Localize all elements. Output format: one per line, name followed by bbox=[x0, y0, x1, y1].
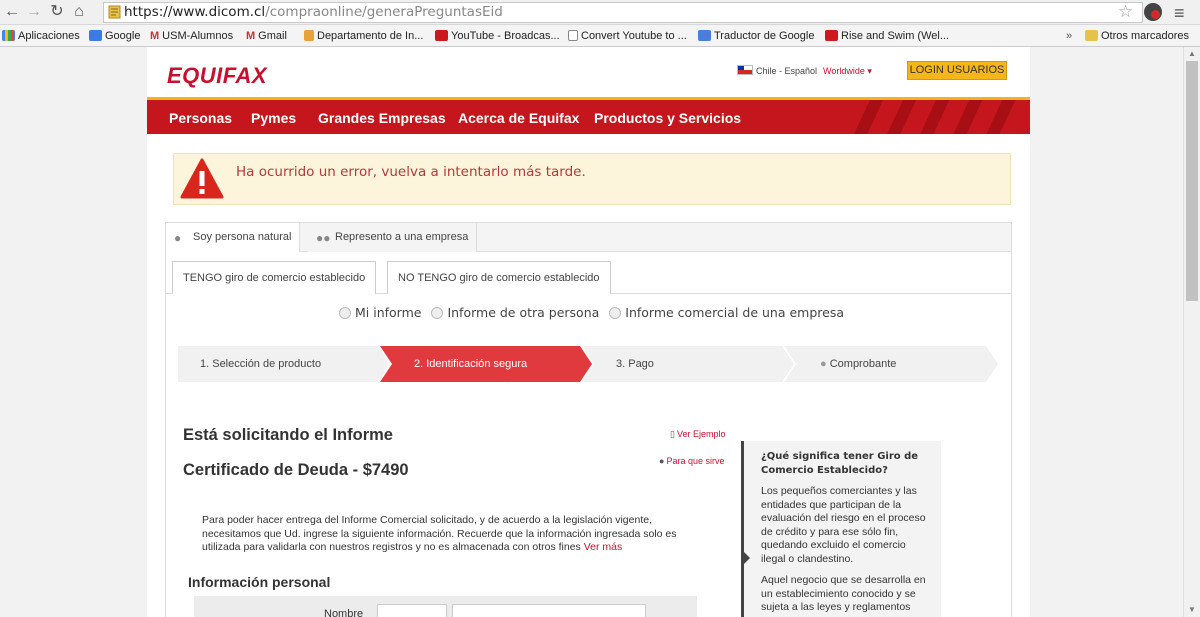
address-bar[interactable]: https://www.dicom.cl/compraonline/genera… bbox=[103, 2, 1143, 23]
nav-acerca[interactable]: Acerca de Equifax bbox=[458, 110, 579, 126]
translate-icon bbox=[698, 30, 711, 41]
person-icon: ● bbox=[174, 231, 182, 245]
main-nav: Personas Pymes Grandes Empresas Acerca d… bbox=[147, 97, 1030, 134]
commerce-tabs: TENGO giro de comercio establecido NO TE… bbox=[166, 252, 1011, 294]
radio-label: Mi informe bbox=[354, 305, 422, 320]
scroll-thumb[interactable] bbox=[1186, 61, 1198, 301]
certificate-heading: Certificado de Deuda - $7490 bbox=[183, 461, 409, 479]
bookmark-other[interactable]: Otros marcadores bbox=[1085, 29, 1189, 43]
group-icon: ●● bbox=[316, 231, 331, 245]
radio-empresa[interactable] bbox=[609, 307, 622, 319]
nombre-select[interactable] bbox=[377, 604, 447, 617]
sidebar-paragraph: Los pequeños comerciantes y las entidade… bbox=[761, 485, 926, 565]
step-1: 1. Selección de producto bbox=[178, 346, 390, 382]
personal-info-heading: Información personal bbox=[188, 574, 331, 590]
worldwide-link[interactable]: Worldwide ▾ bbox=[823, 66, 872, 76]
google-icon bbox=[89, 30, 102, 41]
sidebar-paragraph: Aquel negocio que se desarrolla en un es… bbox=[761, 574, 926, 613]
check-circle-icon: ● bbox=[820, 358, 827, 370]
step-3: 3. Pago bbox=[582, 346, 794, 382]
customer-type-tabs: ● Soy persona natural ●● Represento a una … bbox=[166, 223, 1011, 252]
youtube-icon bbox=[435, 30, 448, 41]
info-sidebar: ¿Qué significa tener Giro de Comercio Es… bbox=[741, 441, 941, 617]
step-2-active: 2. Identificación segura bbox=[380, 346, 592, 382]
radio-label: Informe comercial de una empresa bbox=[625, 305, 844, 320]
bookmark-convert[interactable]: Convert Youtube to ... bbox=[568, 29, 687, 43]
bookmark-gmail[interactable]: M Gmail bbox=[246, 29, 287, 43]
login-button[interactable]: LOGIN USUARIOS bbox=[907, 61, 1007, 80]
link-icon bbox=[304, 30, 314, 41]
radio-otra-persona[interactable] bbox=[431, 307, 444, 319]
bookmark-usm[interactable]: M USM-Alumnos bbox=[150, 29, 233, 43]
page-container: EQUIFAX Chile - Español Worldwide ▾ LOGIN… bbox=[147, 47, 1030, 617]
tab-tengo-giro[interactable]: TENGO giro de comercio establecido bbox=[172, 261, 377, 294]
nombre-label: Nombre bbox=[324, 608, 364, 617]
gmail-m-icon: M bbox=[150, 30, 160, 42]
equifax-logo[interactable]: EQUIFAX bbox=[167, 63, 267, 89]
step-4: ● Comprobante bbox=[784, 346, 998, 382]
page-scrollbar[interactable]: ▲ ▼ bbox=[1183, 47, 1200, 617]
bookmarks-overflow[interactable]: » bbox=[1066, 29, 1072, 43]
warning-icon bbox=[180, 158, 224, 199]
url-host: https://www.dicom.cl bbox=[124, 4, 266, 20]
report-type-radios: Mi informe Informe de otra persona Infor… bbox=[166, 305, 1011, 320]
ver-mas-link[interactable]: Ver más bbox=[584, 541, 623, 553]
help-icon: ● bbox=[659, 456, 665, 466]
page-icon bbox=[108, 5, 121, 19]
sidebar-notch bbox=[741, 549, 750, 567]
error-message: Ha ocurrido un error, vuelva a intentarl… bbox=[236, 164, 586, 180]
ver-ejemplo-link[interactable]: ▯ Ver Ejemplo bbox=[670, 429, 725, 440]
scroll-up-arrow-icon[interactable]: ▲ bbox=[1188, 49, 1196, 58]
error-alert: Ha ocurrido un error, vuelva a intentarl… bbox=[173, 153, 1011, 205]
nav-grandes-empresas[interactable]: Grandes Empresas bbox=[318, 110, 446, 126]
home-icon[interactable]: ⌂ bbox=[70, 3, 88, 21]
info-paragraph: Para poder hacer entrega del Informe Com… bbox=[202, 514, 677, 553]
chile-flag-icon bbox=[737, 65, 753, 75]
bookmark-traductor[interactable]: Traductor de Google bbox=[698, 29, 814, 43]
folder-icon bbox=[1085, 30, 1098, 41]
chrome-menu-icon[interactable]: ≡ bbox=[1174, 3, 1185, 24]
youtube-icon bbox=[825, 30, 838, 41]
tab-persona-natural[interactable]: ● Soy persona natural bbox=[166, 223, 301, 252]
apps-grid-icon bbox=[2, 30, 15, 41]
document-icon bbox=[568, 30, 578, 41]
nav-personas[interactable]: Personas bbox=[169, 110, 232, 126]
bookmark-star-icon[interactable]: ☆ bbox=[1118, 2, 1133, 22]
tab-no-tengo-giro[interactable]: NO TENGO giro de comercio establecido bbox=[387, 261, 611, 294]
progress-steps: 1. Selección de producto 2. Identificaci… bbox=[178, 346, 998, 382]
radio-mi-informe[interactable] bbox=[338, 307, 351, 319]
url-path: /compraonline/generaPreguntasEid bbox=[265, 4, 503, 20]
scroll-down-arrow-icon[interactable]: ▼ bbox=[1188, 605, 1196, 614]
radio-label: Informe de otra persona bbox=[447, 305, 600, 320]
document-icon: ▯ bbox=[670, 429, 675, 439]
bookmark-youtube[interactable]: YouTube - Broadcas... bbox=[435, 29, 560, 43]
para-que-sirve-link[interactable]: ● Para que sirve bbox=[659, 456, 724, 466]
forward-arrow-icon[interactable]: → bbox=[25, 3, 43, 21]
nav-decoration bbox=[850, 100, 1020, 134]
reload-icon[interactable]: ↻ bbox=[48, 3, 66, 21]
tab-empresa[interactable]: ●● Represento a una empresa bbox=[308, 223, 478, 252]
nav-pymes[interactable]: Pymes bbox=[251, 110, 296, 126]
personal-form: Nombre bbox=[194, 596, 697, 617]
sidebar-title: ¿Qué significa tener Giro de Comercio Es… bbox=[761, 451, 919, 476]
bookmark-rise[interactable]: Rise and Swim (Wel... bbox=[825, 29, 949, 43]
bookmark-apps[interactable]: Aplicaciones bbox=[2, 29, 80, 43]
extension-icon[interactable] bbox=[1144, 3, 1162, 21]
gmail-m-icon: M bbox=[246, 30, 256, 42]
bookmark-google[interactable]: Google bbox=[89, 29, 140, 43]
request-heading: Está solicitando el Informe bbox=[183, 426, 393, 444]
back-arrow-icon[interactable]: ← bbox=[3, 3, 21, 21]
nombre-input[interactable] bbox=[452, 604, 646, 617]
page-viewport: EQUIFAX Chile - Español Worldwide ▾ LOGIN… bbox=[0, 47, 1183, 617]
nav-productos[interactable]: Productos y Servicios bbox=[594, 110, 741, 126]
country-selector[interactable]: Chile - Español Worldwide ▾ bbox=[737, 65, 872, 77]
browser-toolbar: ← → ↻ ⌂ https://www.dicom.cl/compraonlin… bbox=[0, 0, 1200, 25]
bookmark-departamento[interactable]: Departamento de In... bbox=[304, 29, 423, 43]
bookmarks-bar: Aplicaciones Google M USM-Alumnos M Gmail … bbox=[0, 25, 1200, 47]
